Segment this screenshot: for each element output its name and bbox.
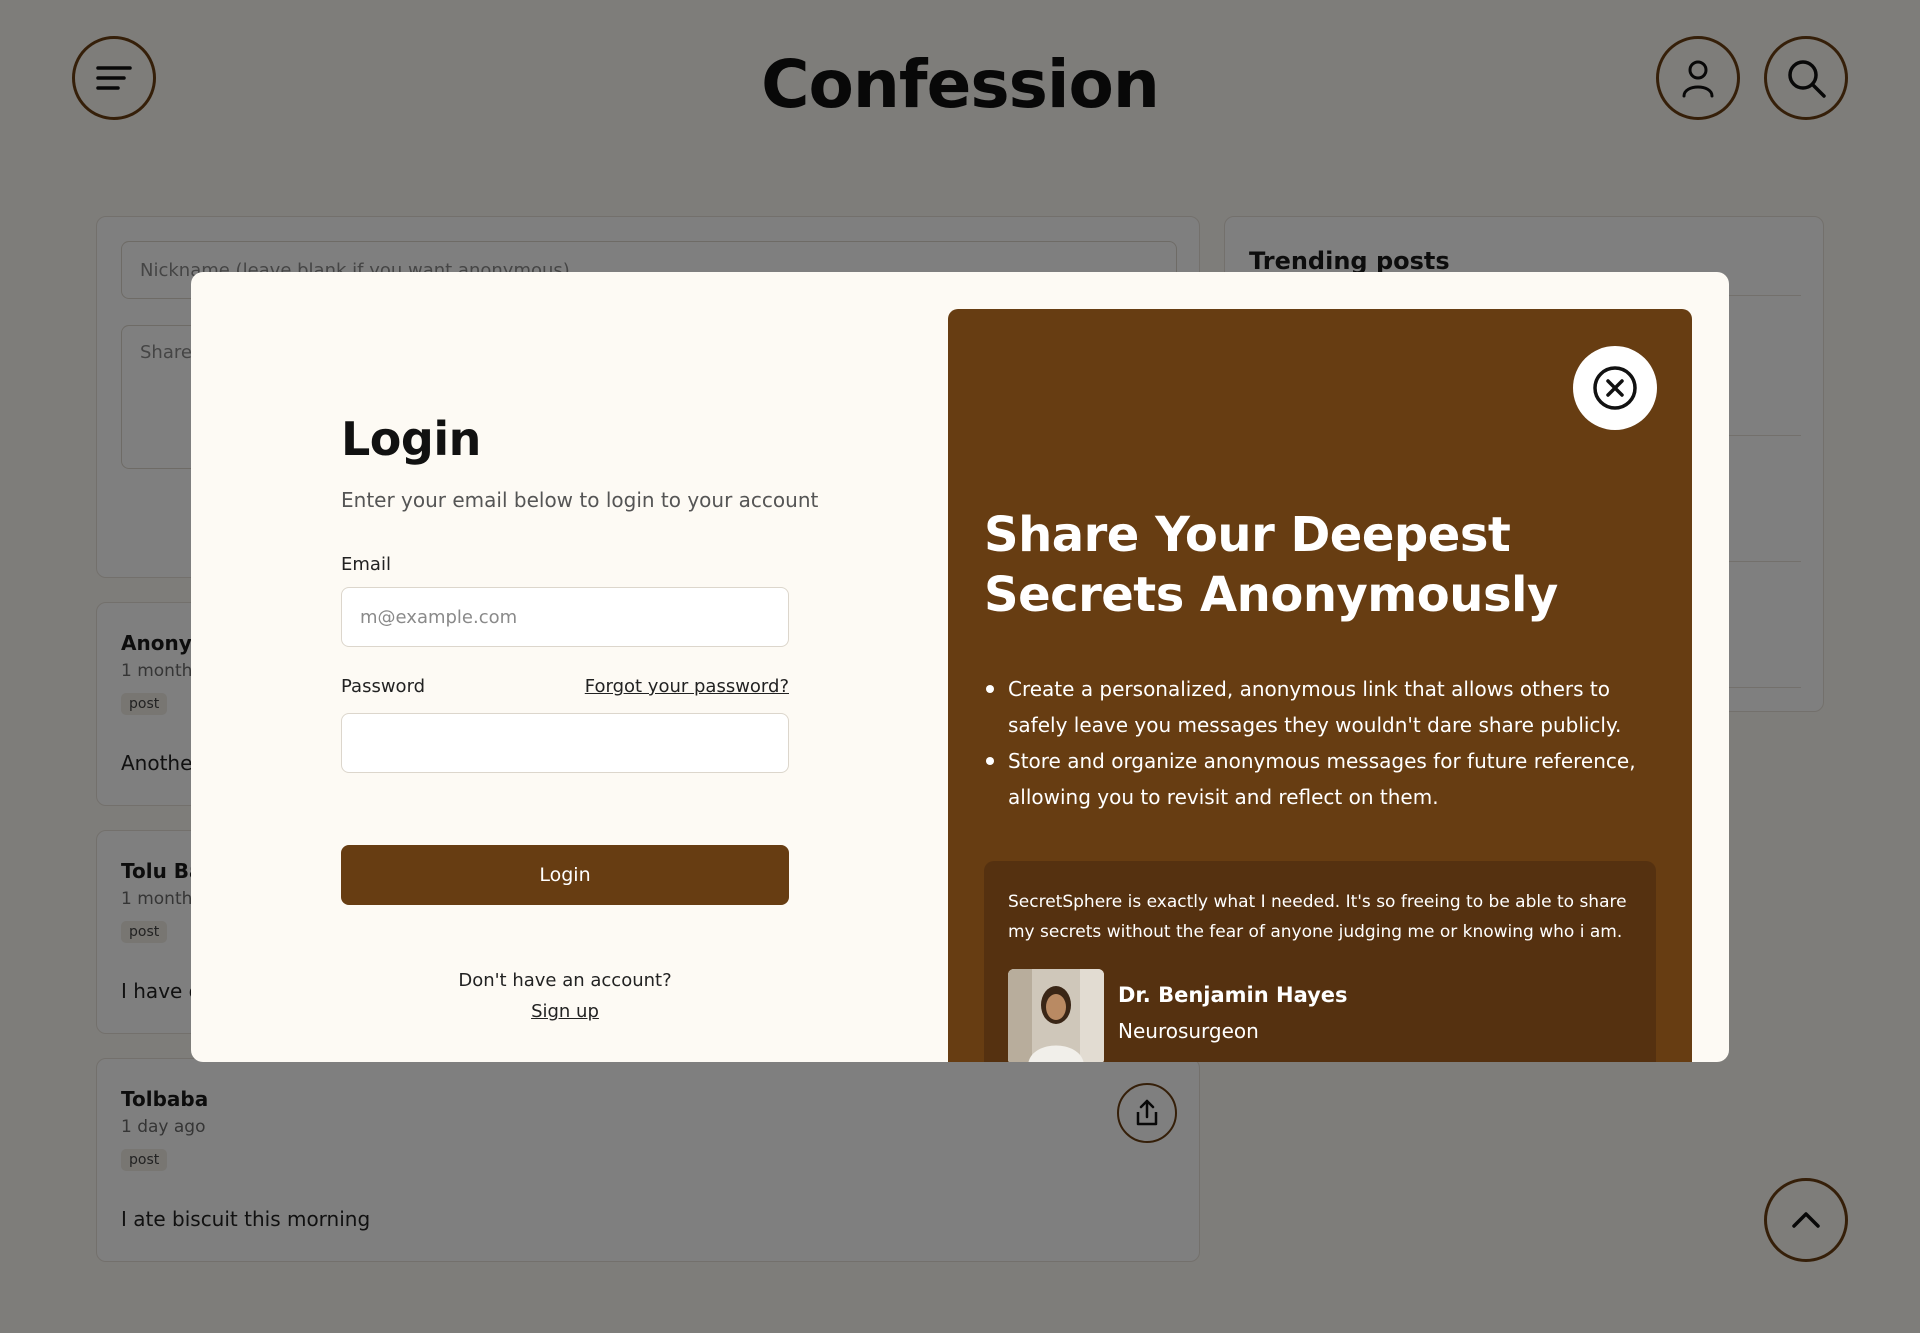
post-time: 1 month (121, 661, 193, 681)
trending-title: Trending posts (1249, 247, 1450, 275)
post-body: Anothe (121, 751, 193, 775)
site-title: Confession (761, 46, 1160, 123)
site-header: Confession (0, 0, 1920, 160)
profile-button[interactable] (1656, 36, 1740, 120)
chevron-up-icon (1792, 1212, 1820, 1228)
login-subtitle: Enter your email below to login to your … (341, 488, 819, 512)
signup-link[interactable]: Sign up (531, 1001, 599, 1022)
promo-feature-item: Create a personalized, anonymous link th… (984, 671, 1664, 743)
post-body: I ate biscuit this morning (121, 1207, 371, 1231)
email-field[interactable]: m@example.com (341, 587, 789, 647)
login-button[interactable]: Login (341, 845, 789, 905)
post-time: 1 month (121, 889, 193, 909)
avatar (1008, 969, 1104, 1062)
promo-feature-list: Create a personalized, anonymous link th… (984, 671, 1664, 815)
share-icon (1136, 1099, 1158, 1126)
share-button[interactable] (1117, 1083, 1177, 1143)
scroll-top-button[interactable] (1764, 1178, 1848, 1262)
no-account-text: Don't have an account? (458, 970, 672, 991)
search-icon (1788, 60, 1826, 98)
post-tag: post (121, 1149, 168, 1171)
email-label: Email (341, 554, 391, 575)
close-icon (1593, 366, 1637, 410)
login-title: Login (341, 412, 481, 466)
post-time: 1 day ago (121, 1117, 206, 1137)
post-tag: post (121, 921, 168, 943)
forgot-password-link[interactable]: Forgot your password? (585, 676, 789, 697)
login-modal: Login Enter your email below to login to… (191, 272, 1729, 1062)
testimonial-author: Dr. Benjamin Hayes (1118, 983, 1348, 1007)
search-button[interactable] (1764, 36, 1848, 120)
login-form: Login Enter your email below to login to… (341, 272, 818, 1062)
password-field[interactable] (341, 713, 789, 773)
testimonial-role: Neurosurgeon (1118, 1019, 1259, 1043)
promo-feature-item: Store and organize anonymous messages fo… (984, 743, 1664, 815)
post-author: Tolbaba (121, 1087, 209, 1111)
testimonial-quote: SecretSphere is exactly what I needed. I… (1008, 892, 1627, 942)
post-card: Tolbaba 1 day ago post I ate biscuit thi… (96, 1058, 1200, 1262)
post-tag: post (121, 693, 168, 715)
signup-row: Sign up (341, 1001, 789, 1022)
close-button[interactable] (1573, 346, 1657, 430)
promo-panel: Share Your Deepest Secrets Anonymously C… (948, 309, 1692, 1062)
post-body: I have c (121, 979, 200, 1003)
testimonial-card: SecretSphere is exactly what I needed. I… (984, 861, 1656, 1062)
password-label: Password (341, 676, 426, 697)
user-icon (1682, 60, 1714, 98)
promo-title: Share Your Deepest Secrets Anonymously (984, 507, 1558, 623)
